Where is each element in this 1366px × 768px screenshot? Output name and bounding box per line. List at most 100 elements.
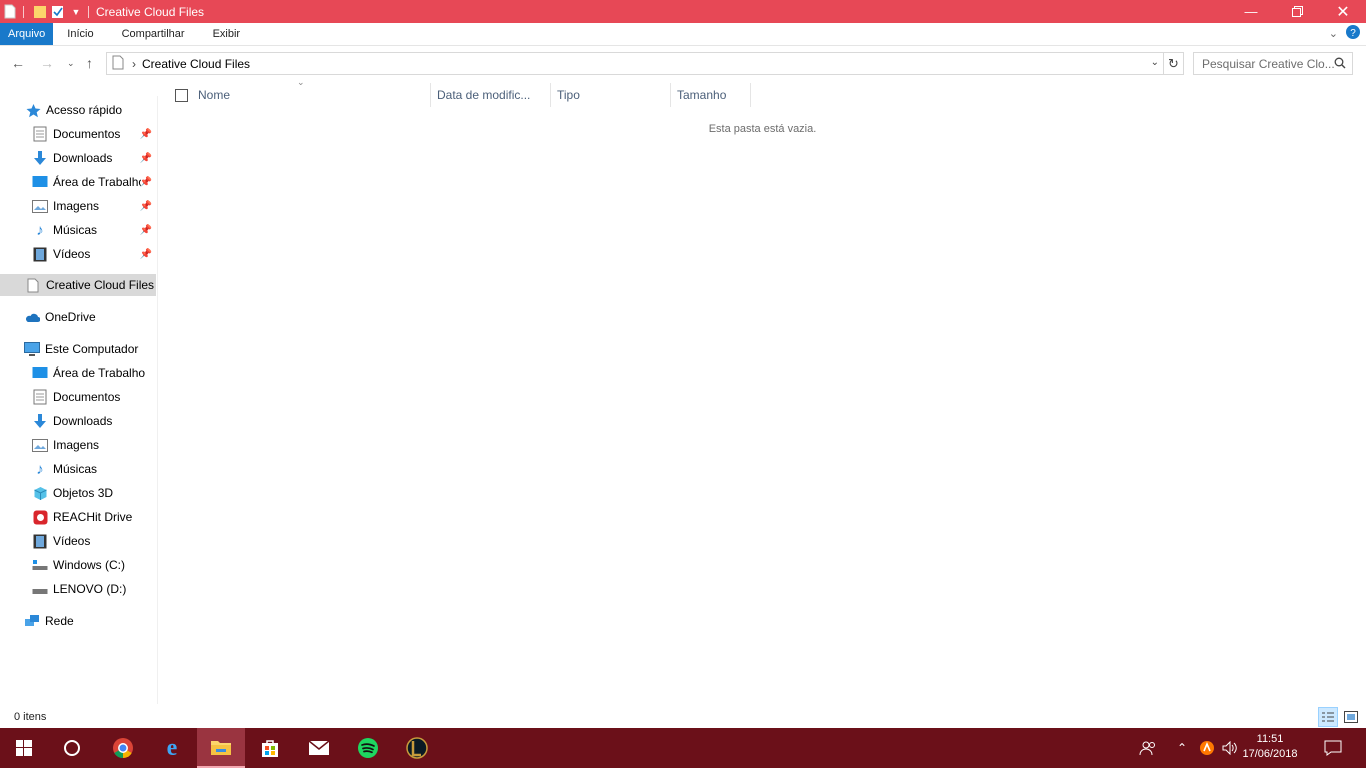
- refresh-button[interactable]: ↻: [1164, 52, 1184, 75]
- pin-icon: 📌: [139, 224, 152, 236]
- mail-envelope-icon: [308, 740, 330, 755]
- show-hidden-icons-chevron-icon[interactable]: ⌃: [1172, 728, 1192, 768]
- properties-check-icon[interactable]: [51, 4, 65, 20]
- taskbar-store[interactable]: [246, 728, 294, 768]
- pin-icon: 📌: [139, 176, 152, 188]
- taskbar-spotify[interactable]: [344, 728, 392, 768]
- pin-icon: 📌: [139, 200, 152, 212]
- sidebar-item-pc-lenovo-d[interactable]: LENOVO (D:): [32, 578, 156, 600]
- pictures-icon: [32, 437, 48, 453]
- tab-inicio[interactable]: Início: [53, 23, 107, 45]
- address-input[interactable]: › Creative Cloud Files ⌄: [106, 52, 1164, 75]
- close-button[interactable]: ✕: [1320, 0, 1366, 23]
- start-button[interactable]: [0, 728, 48, 768]
- store-bag-icon: [262, 740, 278, 757]
- folder-quick-icon[interactable]: [33, 4, 47, 20]
- column-header-name[interactable]: Nome ⌄: [169, 77, 431, 107]
- tab-arquivo[interactable]: Arquivo: [0, 23, 54, 45]
- column-header-type[interactable]: Tipo: [551, 83, 671, 107]
- avast-antivirus-icon[interactable]: [1196, 728, 1218, 768]
- details-view-icon: [1322, 712, 1334, 722]
- restore-button[interactable]: [1274, 0, 1320, 23]
- taskbar: e ⌃ 11:51 17/06/2018: [0, 728, 1366, 768]
- network-icon: [24, 613, 40, 629]
- sidebar-item-pc-objetos-3d[interactable]: Objetos 3D: [32, 482, 156, 504]
- sidebar-item-quick-desktop[interactable]: Área de Trabalho 📌: [32, 171, 156, 193]
- expand-ribbon-chevron-icon[interactable]: ⌄: [1329, 27, 1338, 40]
- status-bar: 0 itens: [0, 705, 1366, 728]
- documents-icon: [32, 389, 48, 405]
- download-arrow-icon: [32, 413, 48, 429]
- file-icon: [4, 4, 18, 20]
- large-icons-view-button[interactable]: [1341, 707, 1361, 727]
- sidebar-item-label: Downloads: [53, 151, 113, 165]
- address-bar-row: ← → ⌄ ↑ › Creative Cloud Files ⌄ ↻ Pesqu…: [0, 51, 1366, 77]
- taskbar-chrome[interactable]: [99, 728, 147, 768]
- pin-icon: 📌: [139, 152, 152, 164]
- sidebar-item-quick-downloads[interactable]: Downloads 📌: [32, 147, 156, 169]
- up-arrow-icon[interactable]: ↑: [86, 55, 93, 71]
- breadcrumb-current[interactable]: Creative Cloud Files: [142, 57, 250, 71]
- help-icon[interactable]: ?: [1346, 25, 1360, 42]
- music-note-icon: ♪: [36, 221, 44, 239]
- video-film-icon: [32, 246, 48, 262]
- sidebar-item-pc-videos[interactable]: Vídeos: [32, 530, 156, 552]
- sidebar-item-label: Windows (C:): [53, 558, 126, 572]
- tab-exibir[interactable]: Exibir: [199, 23, 255, 45]
- sidebar-item-pc-imagens[interactable]: Imagens: [32, 434, 156, 456]
- search-placeholder: Pesquisar Creative Clo...: [1202, 56, 1335, 71]
- sidebar-item-label: Objetos 3D: [53, 486, 114, 500]
- sidebar-item-label: Vídeos: [53, 247, 91, 261]
- sidebar-item-pc-musicas[interactable]: ♪ Músicas: [32, 458, 156, 480]
- address-dropdown-chevron-icon[interactable]: ⌄: [1151, 57, 1159, 68]
- sidebar-item-quick-musicas[interactable]: ♪ Músicas 📌: [32, 219, 156, 241]
- search-icon: [1334, 57, 1346, 72]
- column-header-date-modified[interactable]: Data de modific...: [431, 83, 551, 107]
- taskbar-edge[interactable]: e: [148, 728, 196, 768]
- recent-locations-chevron-icon[interactable]: ⌄: [67, 58, 75, 69]
- details-view-button[interactable]: [1318, 707, 1338, 727]
- customize-toolbar-dropdown-icon[interactable]: ▼: [69, 4, 83, 20]
- spotify-icon: [358, 738, 378, 758]
- sidebar-item-quick-imagens[interactable]: Imagens 📌: [32, 195, 156, 217]
- sidebar-item-quick-access[interactable]: Acesso rápido: [25, 99, 155, 121]
- back-arrow-icon[interactable]: ←: [11, 55, 25, 71]
- cortana-search-button[interactable]: [48, 728, 96, 768]
- search-input[interactable]: Pesquisar Creative Clo...: [1193, 52, 1353, 75]
- system-clock[interactable]: 11:51 17/06/2018: [1238, 732, 1302, 762]
- minimize-button[interactable]: —: [1228, 0, 1274, 23]
- taskbar-file-explorer[interactable]: [197, 728, 245, 768]
- taskbar-mail[interactable]: [295, 728, 343, 768]
- documents-icon: [32, 126, 48, 142]
- column-header-label: Tipo: [557, 88, 580, 102]
- sidebar-item-pc-windows-c[interactable]: Windows (C:): [32, 554, 156, 576]
- sidebar-item-onedrive[interactable]: OneDrive: [24, 306, 154, 328]
- tab-compartilhar[interactable]: Compartilhar: [108, 23, 199, 45]
- sidebar-item-pc-desktop[interactable]: Área de Trabalho: [32, 362, 156, 384]
- sidebar-item-pc-reachit-drive[interactable]: REACHit Drive: [32, 506, 156, 528]
- sidebar-item-this-pc[interactable]: Este Computador: [24, 338, 154, 360]
- sidebar-item-label: Imagens: [53, 199, 100, 213]
- sidebar-item-pc-documentos[interactable]: Documentos: [32, 386, 156, 408]
- people-icon[interactable]: [1136, 728, 1160, 768]
- forward-arrow-icon[interactable]: →: [40, 55, 54, 71]
- select-all-checkbox[interactable]: [175, 88, 188, 102]
- column-header-size[interactable]: Tamanho: [671, 83, 751, 107]
- title-bar: ▼ Creative Cloud Files — ✕: [0, 0, 1366, 23]
- edge-icon: e: [166, 734, 178, 761]
- volume-speaker-icon[interactable]: [1220, 728, 1240, 768]
- sidebar-item-quick-documentos[interactable]: Documentos 📌: [32, 123, 156, 145]
- file-list-area[interactable]: Nome ⌄ Data de modific... Tipo Tamanho E…: [159, 77, 1366, 704]
- reachit-drive-icon: [32, 509, 48, 525]
- star-icon: [25, 102, 41, 118]
- action-center-notification-icon[interactable]: [1318, 728, 1348, 768]
- sidebar-item-network[interactable]: Rede: [24, 610, 154, 632]
- sidebar-item-creative-cloud-files[interactable]: Creative Cloud Files: [0, 274, 156, 296]
- clock-date: 17/06/2018: [1242, 748, 1298, 760]
- taskbar-league-of-legends[interactable]: [393, 728, 441, 768]
- sidebar-item-quick-videos[interactable]: Vídeos 📌: [32, 243, 156, 265]
- cloud-icon: [24, 309, 40, 325]
- cube-3d-icon: [32, 485, 48, 501]
- navigation-pane: Acesso rápido Documentos 📌 Downloads 📌 Á…: [0, 96, 158, 704]
- sidebar-item-pc-downloads[interactable]: Downloads: [32, 410, 156, 432]
